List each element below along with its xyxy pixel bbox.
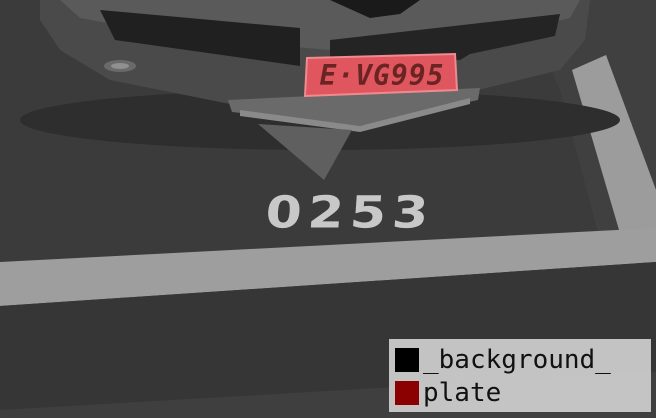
legend-label: _background_ xyxy=(423,344,611,375)
legend: _background_ plate xyxy=(389,339,651,412)
fog-light-core xyxy=(111,63,129,69)
legend-item-background: _background_ xyxy=(395,343,645,376)
legend-label: plate xyxy=(423,377,502,408)
stall-number: 0253 xyxy=(263,187,437,239)
legend-swatch xyxy=(395,380,419,405)
legend-swatch xyxy=(395,347,419,372)
plate-number: E·VG995 xyxy=(319,58,445,92)
legend-item-plate: plate xyxy=(395,376,645,409)
